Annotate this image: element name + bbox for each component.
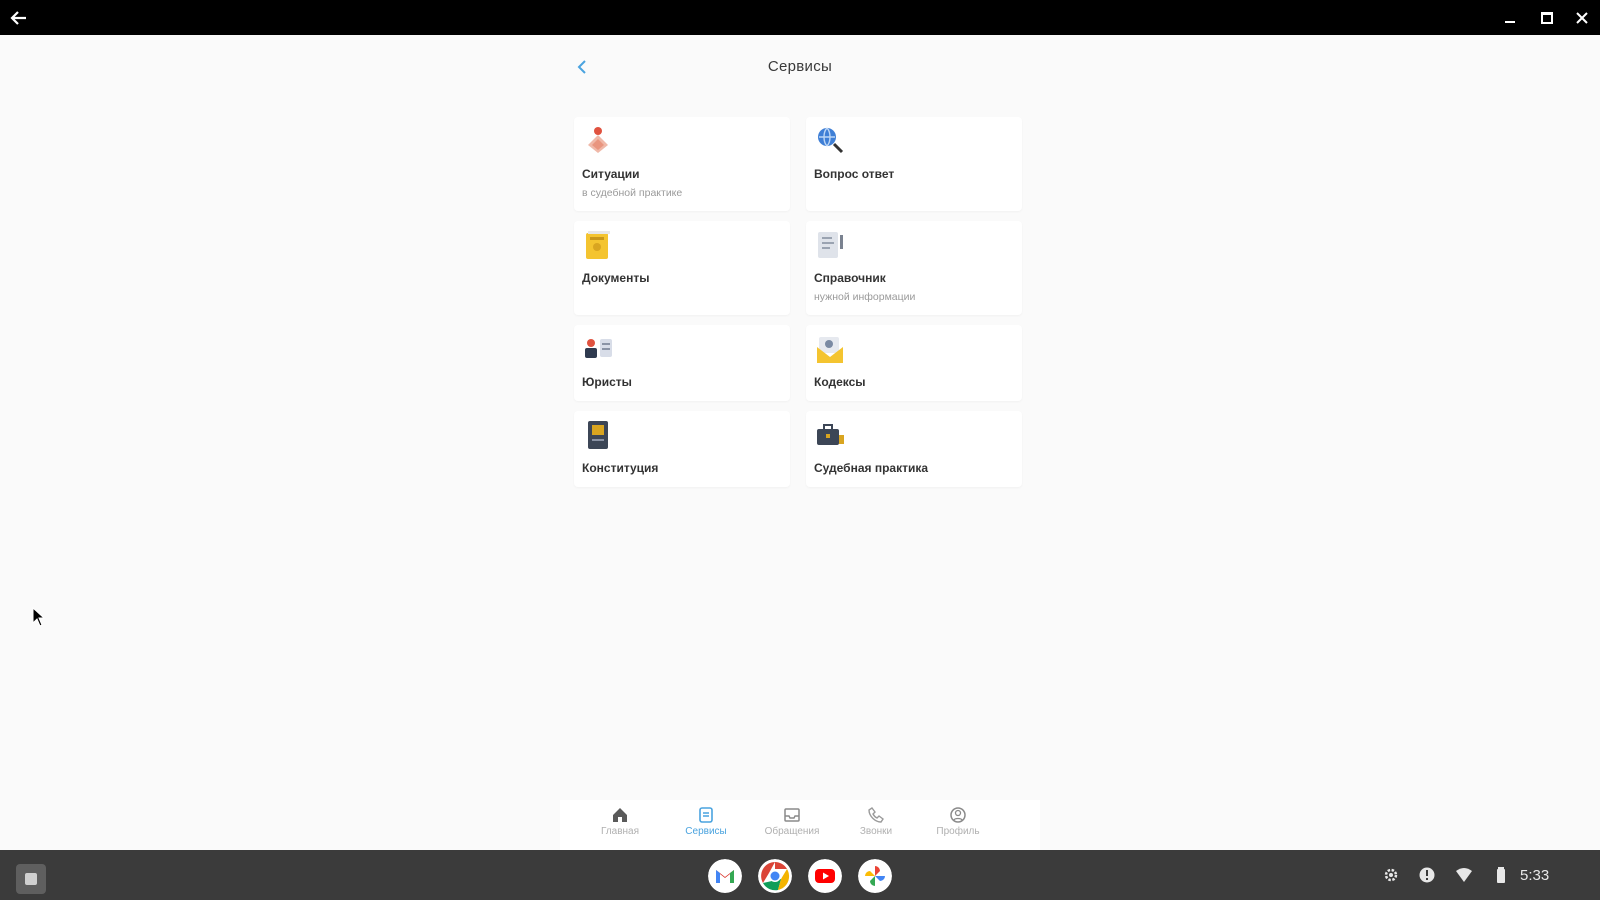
lawyers-icon	[585, 339, 612, 358]
service-title: Кодексы	[814, 375, 866, 389]
chrome-icon[interactable]	[758, 859, 792, 893]
nav-item-services[interactable]: Сервисы	[666, 806, 746, 846]
briefcase-icon	[817, 424, 844, 445]
service-subtitle: нужной информации	[814, 291, 916, 303]
service-card-documents[interactable]: Документы	[574, 221, 790, 315]
codes-envelope-icon	[817, 337, 843, 363]
minimize-icon[interactable]	[1500, 8, 1520, 28]
nav-label: Профиль	[936, 826, 980, 837]
service-card-situations[interactable]: Ситуации в судебной практике	[574, 117, 790, 211]
situations-icon	[588, 127, 608, 153]
home-icon	[613, 808, 627, 822]
close-icon[interactable]	[1572, 8, 1592, 28]
photos-icon[interactable]	[858, 859, 892, 893]
phone-icon	[868, 807, 884, 823]
service-title: Документы	[582, 271, 650, 285]
service-title: Юристы	[582, 375, 632, 389]
bottom-nav: Главная Сервисы Обращения Звонки Профиль	[560, 800, 1040, 850]
nav-label: Обращения	[764, 826, 820, 837]
profile-icon	[950, 807, 966, 823]
battery-icon[interactable]	[1492, 866, 1510, 884]
settings-icon[interactable]	[1382, 866, 1400, 884]
page-header: Сервисы	[560, 55, 1040, 81]
clock[interactable]: 5:33	[1520, 867, 1549, 884]
nav-label: Звонки	[859, 826, 893, 837]
reference-book-icon	[818, 232, 843, 258]
service-card-codes[interactable]: Кодексы	[806, 325, 1022, 401]
gmail-icon[interactable]	[708, 859, 742, 893]
service-title: Справочник	[814, 271, 886, 285]
notification-icon[interactable]	[1418, 866, 1436, 884]
launcher-button[interactable]	[16, 864, 46, 894]
service-title: Вопрос ответ	[814, 167, 895, 181]
service-card-qa[interactable]: Вопрос ответ	[806, 117, 1022, 211]
nav-item-profile[interactable]: Профиль	[918, 806, 998, 846]
service-title: Судебная практика	[814, 461, 929, 475]
service-subtitle: в судебной практике	[582, 187, 683, 199]
maximize-icon[interactable]	[1537, 8, 1557, 28]
service-card-lawyers[interactable]: Юристы	[574, 325, 790, 401]
nav-item-calls[interactable]: Звонки	[836, 806, 916, 846]
taskbar: 5:33	[0, 850, 1600, 900]
page-title: Сервисы	[767, 58, 833, 75]
service-title: Конституция	[582, 461, 659, 475]
service-card-reference[interactable]: Справочник нужной информации	[806, 221, 1022, 315]
nav-label: Сервисы	[685, 826, 727, 837]
nav-item-appeals[interactable]: Обращения	[752, 806, 832, 846]
search-globe-icon	[818, 127, 844, 154]
service-card-constitution[interactable]: Конституция	[574, 411, 790, 487]
wifi-icon[interactable]	[1455, 866, 1473, 884]
nav-item-home[interactable]: Главная	[580, 806, 660, 846]
mouse-cursor-icon	[32, 607, 46, 627]
nav-label: Главная	[600, 826, 640, 837]
arrow-left-icon[interactable]	[8, 7, 30, 29]
app-window: Сервисы Ситуации в судебной практике Воп…	[0, 35, 1600, 850]
service-card-court-practice[interactable]: Судебная практика	[806, 411, 1022, 487]
youtube-icon[interactable]	[808, 859, 842, 893]
services-icon	[699, 807, 713, 823]
constitution-book-icon	[588, 421, 608, 449]
documents-icon	[586, 231, 610, 259]
service-title: Ситуации	[582, 167, 640, 181]
inbox-icon	[784, 808, 800, 822]
window-titlebar	[0, 0, 1600, 35]
